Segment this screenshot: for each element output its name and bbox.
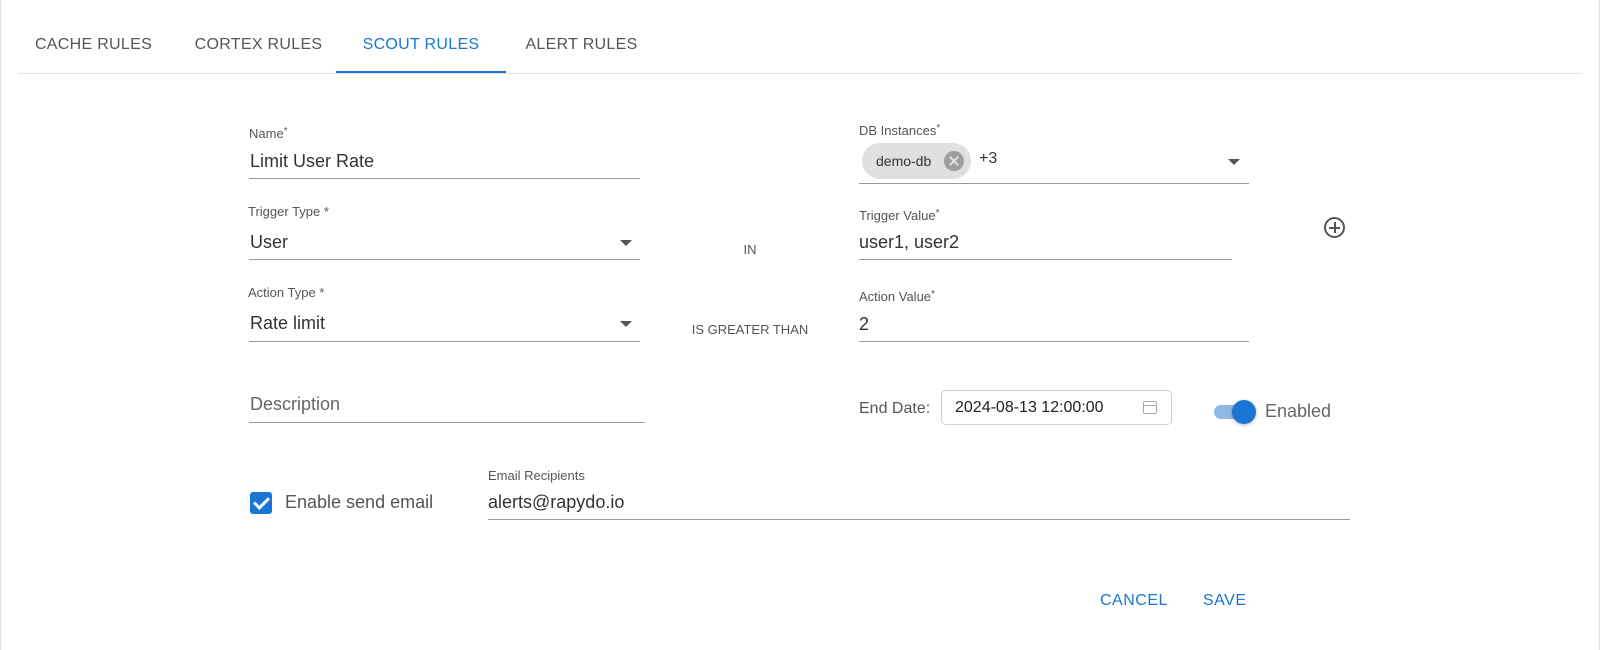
- action-value-input[interactable]: 2: [859, 314, 869, 335]
- db-instance-chip-label: demo-db: [876, 153, 932, 169]
- add-circle-icon[interactable]: [1324, 217, 1345, 238]
- trigger-type-label: Trigger Type *: [248, 204, 329, 219]
- db-instances-label: DB Instances*: [859, 123, 940, 138]
- name-label: Name*: [249, 126, 288, 141]
- email-recipients-underline: [488, 519, 1350, 520]
- enable-send-email-label: Enable send email: [285, 492, 434, 512]
- email-recipients-input[interactable]: alerts@rapydo.io: [488, 492, 624, 513]
- save-button[interactable]: SAVE: [1203, 592, 1247, 610]
- trigger-type-underline: [249, 259, 640, 260]
- tab-cache-rules[interactable]: CACHE RULES: [18, 0, 169, 72]
- toggle-thumb: [1232, 400, 1256, 424]
- end-date-label: End Date:: [859, 400, 931, 417]
- db-instance-chip[interactable]: demo-db: [862, 143, 971, 179]
- tab-alert-rules[interactable]: ALERT RULES: [510, 0, 653, 72]
- trigger-value-required-mark: *: [935, 208, 940, 219]
- description-underline: [249, 422, 645, 423]
- enable-send-email-checkbox[interactable]: [250, 492, 272, 514]
- name-required-mark: *: [283, 126, 288, 137]
- trigger-value-underline: [859, 259, 1232, 260]
- db-instances-dropdown-icon[interactable]: [1228, 159, 1240, 165]
- action-type-label: Action Type *: [248, 285, 325, 300]
- tab-cortex-rules[interactable]: CORTEX RULES: [187, 0, 330, 72]
- tab-scout-rules[interactable]: SCOUT RULES: [336, 0, 506, 73]
- action-type-underline: [249, 341, 640, 342]
- trigger-operator: IN: [743, 242, 757, 257]
- db-instances-more-count: +3: [979, 150, 998, 167]
- action-value-label: Action Value*: [859, 289, 935, 304]
- trigger-value-label-text: Trigger Value: [859, 208, 936, 223]
- enabled-label: Enabled: [1265, 401, 1332, 421]
- calendar-icon[interactable]: [1143, 401, 1157, 414]
- rules-tabs: CACHE RULES CORTEX RULES SCOUT RULES ALE…: [18, 0, 1581, 74]
- action-operator: IS GREATER THAN: [691, 322, 809, 337]
- name-underline: [249, 178, 640, 179]
- db-instances-required-mark: *: [936, 123, 941, 134]
- end-date-value: 2024-08-13 12:00:00: [955, 399, 1104, 416]
- action-type-dropdown-icon[interactable]: [620, 321, 632, 327]
- trigger-value-input[interactable]: user1, user2: [859, 232, 959, 253]
- description-input[interactable]: Description: [250, 394, 340, 415]
- left-border: [0, 0, 1, 650]
- name-input[interactable]: Limit User Rate: [250, 151, 374, 172]
- cancel-button[interactable]: CANCEL: [1100, 592, 1168, 610]
- action-value-label-text: Action Value: [859, 289, 932, 304]
- trigger-type-dropdown-icon[interactable]: [620, 240, 632, 246]
- action-value-underline: [859, 341, 1249, 342]
- db-instances-underline: [859, 183, 1249, 184]
- action-type-select[interactable]: Rate limit: [250, 313, 325, 334]
- trigger-type-select[interactable]: User: [250, 232, 288, 253]
- email-recipients-label: Email Recipients: [488, 468, 585, 483]
- action-value-required-mark: *: [931, 289, 935, 300]
- enabled-toggle[interactable]: [1212, 400, 1256, 424]
- chip-remove-icon[interactable]: [944, 151, 964, 171]
- db-instances-label-text: DB Instances: [859, 123, 937, 138]
- end-date-picker[interactable]: 2024-08-13 12:00:00: [941, 390, 1172, 425]
- trigger-value-label: Trigger Value*: [859, 208, 940, 223]
- name-label-text: Name: [249, 126, 284, 141]
